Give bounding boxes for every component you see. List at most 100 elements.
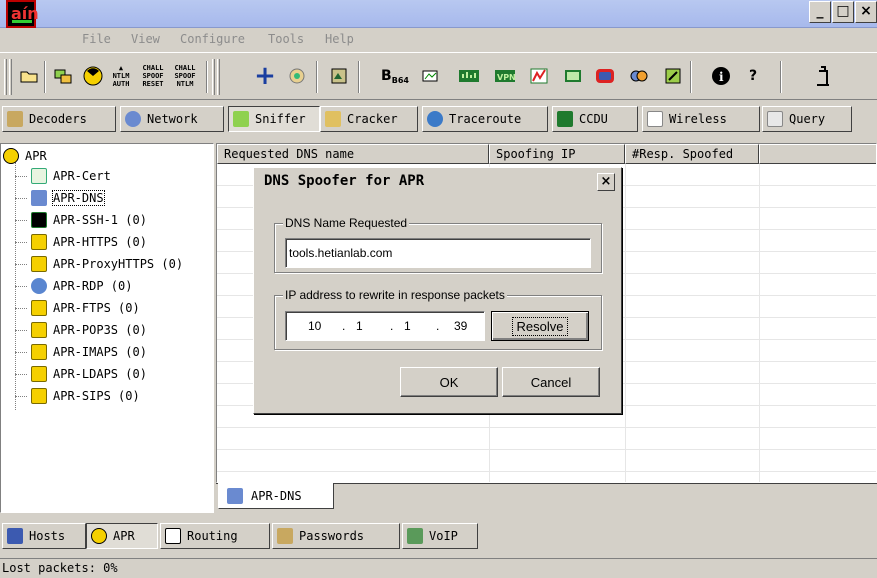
tab-ccdu[interactable]: CCDU xyxy=(552,106,638,132)
dns-icon xyxy=(31,190,47,206)
tree-item-apr-pop3s[interactable]: APR-POP3S (0) xyxy=(31,320,147,340)
hash-calculator-icon[interactable] xyxy=(456,63,482,89)
terminal-icon[interactable] xyxy=(560,63,586,89)
cancel-button[interactable]: Cancel xyxy=(502,367,600,397)
vb-decoder-icon[interactable] xyxy=(660,63,686,89)
dns-name-field[interactable]: tools.hetianlab.com xyxy=(285,238,591,268)
tree-item-apr-cert[interactable]: APR-Cert xyxy=(31,166,111,186)
lock-icon xyxy=(31,366,47,382)
status-bar: Lost packets: 0% xyxy=(0,558,877,578)
close-window-button[interactable]: × xyxy=(855,1,877,23)
help-icon[interactable]: ? xyxy=(740,63,766,89)
chall-spoof-reset-icon[interactable]: CHALL SPOOF RESET xyxy=(140,63,166,89)
tab-cracker[interactable]: Cracker xyxy=(320,106,418,132)
lock-icon xyxy=(31,256,47,272)
chall-spoof-ntlm-icon[interactable]: CHALL SPOOF NTLM xyxy=(172,63,198,89)
query-icon xyxy=(767,111,783,127)
ip-dot: . xyxy=(390,319,394,333)
dialog-title-bar: DNS Spoofer for APR × xyxy=(256,170,619,194)
column-requested-dns-name[interactable]: Requested DNS name xyxy=(217,144,489,164)
bottom-tabs: Hosts APR Routing Passwords VoIP xyxy=(0,523,877,549)
passwords-icon xyxy=(277,528,293,544)
minimize-button[interactable]: _ xyxy=(809,1,831,23)
wireless-scan-icon[interactable] xyxy=(626,63,652,89)
ip-address-field[interactable]: 10 . 1 . 1 . 39 xyxy=(285,311,485,341)
ip-octet-4[interactable]: 39 xyxy=(454,312,467,340)
lock-icon xyxy=(31,388,47,404)
start-apr-icon[interactable] xyxy=(80,63,106,89)
apr-icon xyxy=(91,528,107,544)
sniffer-stats-icon[interactable] xyxy=(526,63,552,89)
network-ping-icon[interactable] xyxy=(418,63,444,89)
tab-passwords[interactable]: Passwords xyxy=(272,523,400,549)
capture-icon[interactable] xyxy=(592,63,618,89)
app-logo[interactable]: aín xyxy=(6,0,39,28)
certificate-icon xyxy=(31,168,47,184)
tree-item-apr-https[interactable]: APR-HTTPS (0) xyxy=(31,232,147,252)
ip-rewrite-group: IP address to rewrite in response packet… xyxy=(274,288,602,350)
status-lost-packets: Lost packets: 0% xyxy=(2,561,118,575)
column-spoofing-ip[interactable]: Spoofing IP xyxy=(489,144,625,164)
vpn-decoder-icon[interactable]: VPN xyxy=(492,63,518,89)
base64-icon[interactable]: B B64 xyxy=(381,63,409,89)
info-icon[interactable]: i xyxy=(708,63,734,89)
tree-item-apr-proxyhttps[interactable]: APR-ProxyHTTPS (0) xyxy=(31,254,183,274)
tree-item-apr-ssh1[interactable]: APR-SSH-1 (0) xyxy=(31,210,147,230)
certificate-icon[interactable] xyxy=(284,63,310,89)
svg-text:VPN: VPN xyxy=(497,73,516,82)
column-empty xyxy=(759,144,876,164)
menu-help[interactable]: Help xyxy=(325,32,354,46)
ntlm-auth-icon[interactable]: ▲ NTLM AUTH xyxy=(108,63,134,89)
menu-view[interactable]: View xyxy=(131,32,160,46)
resolve-button[interactable]: Resolve xyxy=(491,311,589,341)
svg-text:i: i xyxy=(719,70,724,84)
traceroute-icon xyxy=(427,111,443,127)
routes-icon[interactable] xyxy=(326,63,352,89)
dns-name-group: DNS Name Requested tools.hetianlab.com xyxy=(274,216,602,273)
lock-icon xyxy=(31,344,47,360)
tree-item-apr-dns[interactable]: APR-DNS xyxy=(31,188,105,208)
ok-button[interactable]: OK xyxy=(400,367,498,397)
add-icon[interactable]: + xyxy=(252,61,278,91)
tab-wireless[interactable]: Wireless xyxy=(642,106,760,132)
dialog-close-button[interactable]: × xyxy=(597,173,615,191)
tab-traceroute[interactable]: Traceroute xyxy=(422,106,548,132)
title-bar: aín _ □ × xyxy=(0,0,877,28)
remote-desktop-icon xyxy=(31,278,47,294)
tab-sniffer[interactable]: Sniffer xyxy=(228,106,320,132)
tab-query[interactable]: Query xyxy=(762,106,852,132)
menu-file[interactable]: File xyxy=(82,32,111,46)
hosts-icon xyxy=(7,528,23,544)
wireless-icon xyxy=(647,111,663,127)
apr-icon xyxy=(3,148,19,164)
tree-item-apr-ftps[interactable]: APR-FTPS (0) xyxy=(31,298,140,318)
ip-octet-2[interactable]: 1 xyxy=(356,312,363,340)
tree-item-apr-imaps[interactable]: APR-IMAPS (0) xyxy=(31,342,147,362)
tree-item-apr-ldaps[interactable]: APR-LDAPS (0) xyxy=(31,364,147,384)
exit-icon[interactable] xyxy=(810,63,836,89)
tree-item-apr-sips[interactable]: APR-SIPS (0) xyxy=(31,386,140,406)
dns-spoofer-dialog: DNS Spoofer for APR × DNS Name Requested… xyxy=(253,167,622,414)
tree-root-apr[interactable]: APR xyxy=(3,146,47,166)
ip-rewrite-group-title: IP address to rewrite in response packet… xyxy=(283,288,507,302)
ip-octet-1[interactable]: 10 xyxy=(308,312,321,340)
tab-apr[interactable]: APR xyxy=(86,523,158,549)
tab-routing[interactable]: Routing xyxy=(160,523,270,549)
lock-icon xyxy=(31,300,47,316)
tab-hosts[interactable]: Hosts xyxy=(2,523,86,549)
start-sniffer-icon[interactable] xyxy=(50,63,76,89)
tree-item-apr-rdp[interactable]: APR-RDP (0) xyxy=(31,276,132,296)
ip-octet-3[interactable]: 1 xyxy=(404,312,411,340)
tab-network[interactable]: Network xyxy=(120,106,224,132)
menu-tools[interactable]: Tools xyxy=(268,32,304,46)
open-folder-icon[interactable] xyxy=(16,63,42,89)
menu-configure[interactable]: Configure xyxy=(180,32,245,46)
dns-name-group-title: DNS Name Requested xyxy=(283,216,410,230)
column-resp-spoofed[interactable]: #Resp. Spoofed xyxy=(625,144,759,164)
subtab-apr-dns[interactable]: APR-DNS xyxy=(218,483,334,509)
tab-voip[interactable]: VoIP xyxy=(402,523,478,549)
dialog-title: DNS Spoofer for APR xyxy=(264,173,425,189)
maximize-button[interactable]: □ xyxy=(832,1,854,23)
tab-decoders[interactable]: Decoders xyxy=(2,106,116,132)
network-icon xyxy=(125,111,141,127)
